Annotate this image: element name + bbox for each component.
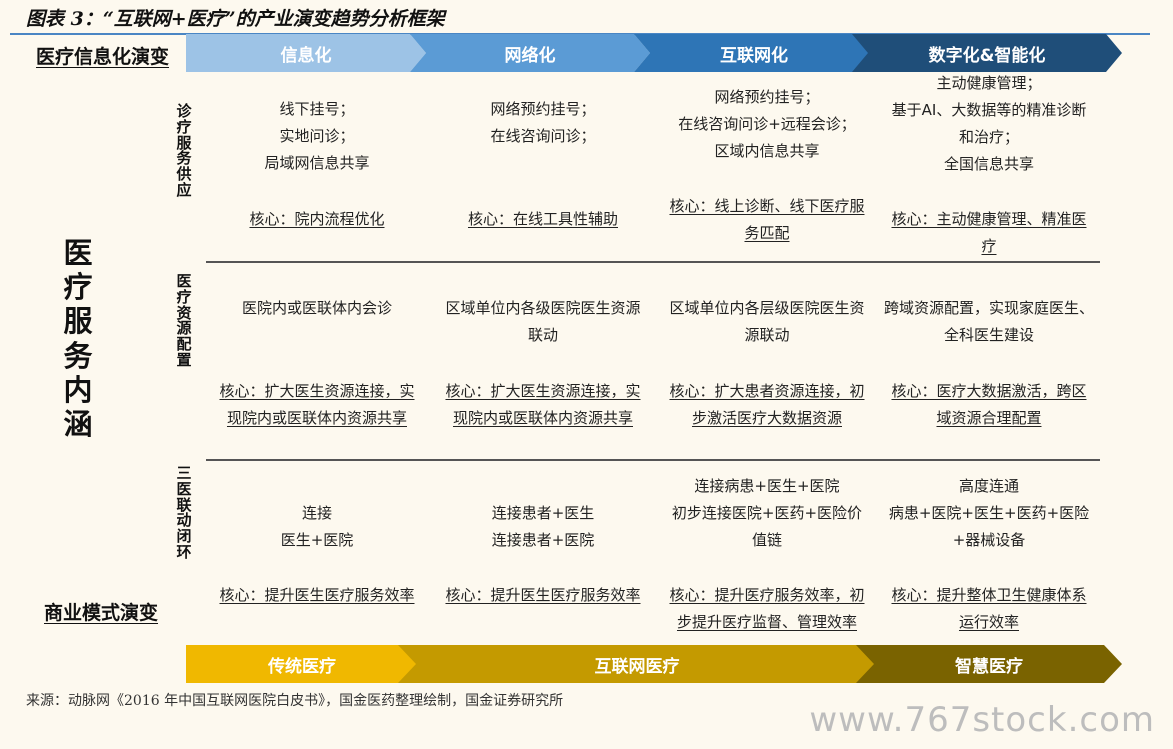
- business-chevron-3: 智慧医疗: [856, 645, 1122, 683]
- core-s2-c2: 核心：扩大医生资源连接，实 现院内或医联体内资源共享: [445, 382, 641, 427]
- business-chevron-2: 互联网医疗: [398, 645, 876, 683]
- stage-chevron-2: 网络化: [410, 34, 650, 72]
- section-label-3: 三医联动闭环: [176, 464, 192, 561]
- core-s2-c3: 核心：扩大患者资源连接，初 步激活医疗大数据资源: [669, 382, 865, 427]
- source-note: 来源：动脉网《2016 年中国互联网医院白皮书》，国金医药整理绘制，国金证券研究…: [26, 693, 564, 709]
- business-label-3: 智慧医疗: [955, 656, 1023, 677]
- cell-s1-c3: 网络预约挂号； 在线咨询问诊+远程会诊； 区域内信息共享: [678, 88, 856, 160]
- section-divider-1: [206, 261, 1100, 263]
- cell-s2-c4: 跨域资源配置，实现家庭医生、 全科医生建设: [883, 299, 1094, 344]
- stage-chevron-4: 数字化&智能化: [852, 34, 1122, 72]
- core-s1-c4: 核心：主动健康管理、精准医疗: [891, 210, 1087, 255]
- cell-s3-c2: 连接患者+医生 连接患者+医院: [491, 504, 595, 549]
- core-s1-c3: 核心：线上诊断、线下医疗服 务匹配: [669, 197, 865, 242]
- cell-s2-c1: 医院内或医联体内会诊: [241, 299, 392, 317]
- core-s1-c1: 核心：院内流程优化: [249, 210, 385, 228]
- cell-s2-c3: 区域单位内各层级医院医生资 源联动: [669, 299, 865, 344]
- business-chevron-1: 传统医疗: [186, 645, 418, 683]
- core-s2-c4: 核心：医疗大数据激活，跨区 域资源合理配置: [891, 382, 1087, 427]
- business-label-1: 传统医疗: [268, 656, 336, 677]
- cell-s1-c2: 网络预约挂号； 在线咨询问诊；: [490, 100, 596, 145]
- cell-s2-c2: 区域单位内各级医院医生资源 联动: [445, 299, 641, 344]
- section-divider-2: [206, 459, 1100, 461]
- core-s1-c2: 核心：在线工具性辅助: [467, 210, 618, 228]
- stage-label-4: 数字化&智能化: [928, 45, 1046, 66]
- service-content-label: 医疗服务内涵: [63, 236, 93, 442]
- cell-s1-c4: 主动健康管理； 基于AI、大数据等的精准诊断 和治疗； 全国信息共享: [891, 74, 1087, 173]
- stage-chevron-3: 互联网化: [634, 34, 874, 72]
- info-evolution-label: 医疗信息化演变: [36, 46, 170, 68]
- stage-label-2: 网络化: [504, 45, 556, 66]
- cell-s3-c4: 高度连通 病患+医院+医生+医药+医险 +器械设备: [888, 477, 1090, 549]
- core-s3-c2: 核心：提升医生医疗服务效率: [445, 586, 641, 604]
- cell-s3-c3: 连接病患+医生+医院 初步连接医院+医药+医险价 值链: [671, 477, 863, 549]
- stage-chevron-1: 信息化: [186, 34, 426, 72]
- core-s3-c3: 核心：提升医疗服务效率，初 步提升医疗监督、管理效率: [669, 586, 865, 631]
- watermark: www.767stock.com: [809, 700, 1155, 740]
- core-s3-c1: 核心：提升医生医疗服务效率: [219, 586, 415, 604]
- business-label-2: 互联网医疗: [594, 656, 680, 677]
- stage-label-3: 互联网化: [720, 45, 788, 66]
- section-label-1: 诊疗服务供应: [176, 102, 192, 199]
- core-s3-c4: 核心：提升整体卫生健康体系 运行效率: [891, 586, 1087, 631]
- figure-title: 图表 3：“互联网+医疗”的产业演变趋势分析框架: [26, 8, 445, 30]
- stage-label-1: 信息化: [280, 45, 332, 66]
- business-evolution-label: 商业模式演变: [44, 602, 159, 624]
- section-label-2: 医疗资源配置: [176, 272, 192, 369]
- cell-s3-c1: 连接 医生+医院: [280, 504, 354, 549]
- cell-s1-c1: 线下挂号； 实地问诊； 局域网信息共享: [264, 100, 370, 172]
- core-s2-c1: 核心：扩大医生资源连接，实 现院内或医联体内资源共享: [219, 382, 415, 427]
